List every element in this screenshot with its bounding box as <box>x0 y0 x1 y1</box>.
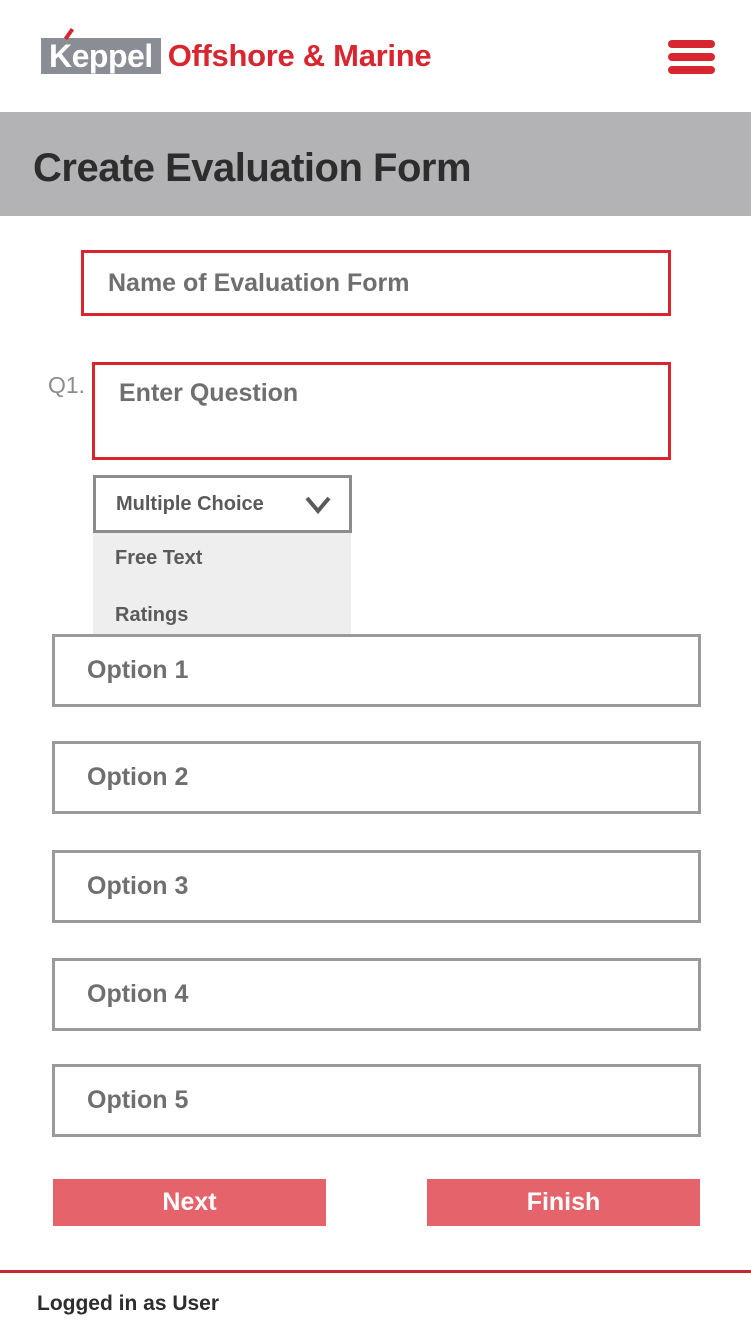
form-name-field-wrapper <box>81 250 671 316</box>
option-input-5[interactable] <box>55 1067 698 1134</box>
option-input-4[interactable] <box>55 961 698 1028</box>
option-input-1[interactable] <box>55 637 698 704</box>
chevron-down-icon <box>305 496 331 515</box>
option-field-3 <box>52 850 701 923</box>
hamburger-menu-icon[interactable] <box>668 40 715 74</box>
question-type-select[interactable]: Multiple Choice <box>93 475 352 533</box>
option-field-4 <box>52 958 701 1031</box>
next-button[interactable]: Next <box>53 1179 326 1226</box>
app-header: Keppel Offshore & Marine <box>0 0 751 112</box>
dropdown-option-label: Ratings <box>115 604 189 626</box>
dropdown-option-free-text[interactable]: Free Text <box>93 533 351 590</box>
question-field-wrapper <box>92 362 671 460</box>
footer-divider <box>0 1270 751 1273</box>
logo-name: Offshore & Marine <box>167 38 432 73</box>
question-type-selected: Multiple Choice <box>116 493 264 515</box>
question-type-dropdown-list: Free Text Ratings <box>93 533 351 647</box>
dropdown-option-label: Free Text <box>115 547 203 569</box>
question-number-label: Q1. <box>48 372 86 398</box>
page-title: Create Evaluation Form <box>33 146 472 190</box>
option-field-5 <box>52 1064 701 1137</box>
logged-in-status: Logged in as User <box>37 1292 220 1315</box>
page-title-bar: Create Evaluation Form <box>0 112 751 216</box>
option-field-1 <box>52 634 701 707</box>
finish-button[interactable]: Finish <box>427 1179 700 1226</box>
form-name-input[interactable] <box>84 253 668 313</box>
option-field-2 <box>52 741 701 814</box>
logo-brand: Keppel <box>49 37 153 74</box>
option-input-3[interactable] <box>55 853 698 920</box>
logo-brand-box: Keppel <box>41 27 161 74</box>
question-input[interactable] <box>95 365 668 457</box>
company-logo[interactable]: Keppel Offshore & Marine <box>41 27 432 78</box>
option-input-2[interactable] <box>55 744 698 811</box>
